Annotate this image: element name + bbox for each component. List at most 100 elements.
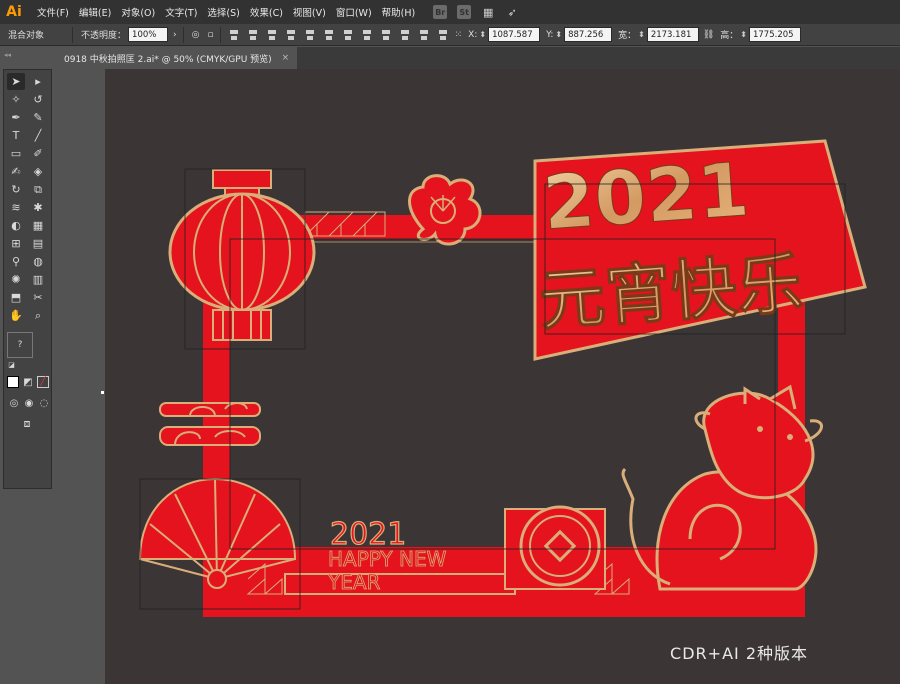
document-tab-bar: 0918 中秋拍照匡 2.ai* @ 50% (CMYK/GPU 预览) ×: [56, 47, 900, 69]
scale-tool-icon[interactable]: ⧉: [29, 181, 47, 198]
artboard-tool-icon[interactable]: ⬒: [7, 289, 25, 306]
recolor-icon[interactable]: ◎: [192, 30, 200, 40]
zoom-tool-icon[interactable]: ⌕: [29, 307, 47, 324]
close-icon[interactable]: ×: [282, 53, 290, 63]
paintbrush-tool-icon[interactable]: ✐: [29, 145, 47, 162]
link-proportions-icon[interactable]: ⛓: [703, 30, 714, 40]
control-bar: 混合对象 不透明度： 100% › ◎ ▫ ⁙ X: ⬍ 1087.587 Y:…: [0, 24, 900, 46]
menu-type[interactable]: 文字(T): [165, 5, 197, 19]
warp-tool-icon[interactable]: ≋: [7, 199, 25, 216]
default-colors-icon[interactable]: ◪: [7, 360, 16, 369]
type-tool-icon[interactable]: T: [7, 127, 25, 144]
distribute-right-icon[interactable]: [437, 29, 449, 41]
menu-bar: Ai 文件(F) 编辑(E) 对象(O) 文字(T) 选择(S) 效果(C) 视…: [0, 0, 900, 24]
blend-tool-icon[interactable]: ◍: [29, 253, 47, 270]
artwork[interactable]: 2021 元宵快乐 2021 HAPPY NEW YEAR: [105, 69, 900, 684]
gradient-tool-icon[interactable]: ▤: [29, 235, 47, 252]
align-left-icon[interactable]: [228, 29, 240, 41]
slice-tool-icon[interactable]: ✂: [29, 289, 47, 306]
shape-builder-tool-icon[interactable]: ◐: [7, 217, 25, 234]
distribute-center-icon[interactable]: [418, 29, 430, 41]
divider: [72, 26, 74, 43]
pen-tool-icon[interactable]: ✒: [7, 109, 25, 126]
coin-illustration: [519, 505, 601, 587]
stock-icon[interactable]: St: [457, 5, 472, 19]
anchor-point: [101, 391, 104, 394]
distribute-top-icon[interactable]: [342, 29, 354, 41]
curvature-tool-icon[interactable]: ✎: [29, 109, 47, 126]
menu-select[interactable]: 选择(S): [207, 5, 239, 19]
shaper-tool-icon[interactable]: ✍: [7, 163, 25, 180]
lantern-illustration: [168, 169, 316, 341]
menu-effect[interactable]: 效果(C): [250, 5, 283, 19]
none-mode-icon[interactable]: ╱: [37, 376, 49, 388]
height-stepper-icon[interactable]: ⬍: [740, 30, 747, 39]
align-right-icon[interactable]: [266, 29, 278, 41]
puppet-warp-tool-icon[interactable]: ✱: [29, 199, 47, 216]
menu-view[interactable]: 视图(V): [293, 5, 326, 19]
distribute-bottom-icon[interactable]: [380, 29, 392, 41]
y-stepper-icon[interactable]: ⬍: [555, 30, 562, 39]
style-swatch-icon[interactable]: ▫: [208, 30, 214, 40]
width-label: 宽：: [618, 31, 637, 41]
x-stepper-icon[interactable]: ⬍: [479, 30, 486, 39]
watermark-text: CDR+AI 2种版本: [670, 644, 808, 663]
send-icon[interactable]: ➶: [505, 5, 519, 19]
width-stepper-icon[interactable]: ⬍: [638, 30, 645, 39]
draw-normal-icon[interactable]: ◎: [7, 395, 21, 412]
draw-inside-icon[interactable]: ◌: [37, 395, 51, 412]
gradient-mode-icon[interactable]: ◩: [22, 376, 34, 388]
selection-type-label: 混合对象: [8, 31, 45, 41]
color-mode-icon[interactable]: [7, 376, 19, 388]
lasso-tool-icon[interactable]: ↺: [29, 91, 47, 108]
fill-stroke-swatch-icon[interactable]: ?: [7, 332, 33, 358]
menu-object[interactable]: 对象(O): [121, 5, 155, 19]
direct-selection-tool-icon[interactable]: ▸: [29, 73, 47, 90]
magic-wand-tool-icon[interactable]: ✧: [7, 91, 25, 108]
eyedropper-tool-icon[interactable]: ⚲: [7, 253, 25, 270]
align-bottom-icon[interactable]: [323, 29, 335, 41]
app-logo[interactable]: Ai: [3, 2, 25, 22]
screen-mode-icon[interactable]: ⧈: [18, 415, 36, 432]
panel-collapse-icon[interactable]: ◂◂: [4, 51, 11, 59]
line-tool-icon[interactable]: ╱: [29, 127, 47, 144]
hand-tool-icon[interactable]: ✋: [7, 307, 25, 324]
column-graph-tool-icon[interactable]: ▥: [29, 271, 47, 288]
distribute-middle-icon[interactable]: [361, 29, 373, 41]
menu-window[interactable]: 窗口(W): [336, 5, 372, 19]
distribute-left-icon[interactable]: [399, 29, 411, 41]
document-tab[interactable]: 0918 中秋拍照匡 2.ai* @ 50% (CMYK/GPU 预览) ×: [56, 47, 298, 69]
perspective-grid-tool-icon[interactable]: ▦: [29, 217, 47, 234]
opacity-input[interactable]: 100%: [128, 27, 169, 42]
rotate-tool-icon[interactable]: ↻: [7, 181, 25, 198]
y-input[interactable]: 887.256: [564, 27, 613, 42]
divider: [219, 26, 221, 43]
greeting-line2: YEAR: [327, 570, 381, 594]
bridge-icon[interactable]: Br: [433, 5, 448, 19]
mesh-tool-icon[interactable]: ⊞: [7, 235, 25, 252]
align-top-icon[interactable]: [285, 29, 297, 41]
y-label: Y:: [546, 29, 554, 40]
draw-behind-icon[interactable]: ◉: [22, 395, 36, 412]
title-year: 2021: [540, 147, 751, 247]
greeting-line1: HAPPY NEW: [328, 547, 447, 571]
width-input[interactable]: 2173.181: [646, 27, 699, 42]
eraser-tool-icon[interactable]: ◈: [29, 163, 47, 180]
x-input[interactable]: 1087.587: [488, 27, 541, 42]
x-label: X:: [468, 29, 478, 40]
document-tab-title: 0918 中秋拍照匡 2.ai* @ 50% (CMYK/GPU 预览): [64, 54, 272, 65]
rectangle-tool-icon[interactable]: ▭: [7, 145, 25, 162]
menu-edit[interactable]: 编辑(E): [79, 5, 111, 19]
menu-help[interactable]: 帮助(H): [382, 5, 416, 19]
symbol-sprayer-tool-icon[interactable]: ✺: [7, 271, 25, 288]
height-label: 高：: [720, 31, 739, 41]
reference-point-icon[interactable]: ⁙: [455, 30, 463, 40]
align-middle-icon[interactable]: [304, 29, 316, 41]
chevron-right-icon[interactable]: ›: [173, 30, 177, 40]
workspace-icon[interactable]: ▦: [481, 5, 495, 19]
menu-file[interactable]: 文件(F): [37, 5, 69, 19]
height-input[interactable]: 1775.205: [748, 27, 801, 42]
canvas-area[interactable]: 2021 元宵快乐 2021 HAPPY NEW YEAR CDR+AI 2种版…: [105, 69, 900, 684]
selection-tool-icon[interactable]: ➤: [7, 73, 25, 90]
align-center-icon[interactable]: [247, 29, 259, 41]
